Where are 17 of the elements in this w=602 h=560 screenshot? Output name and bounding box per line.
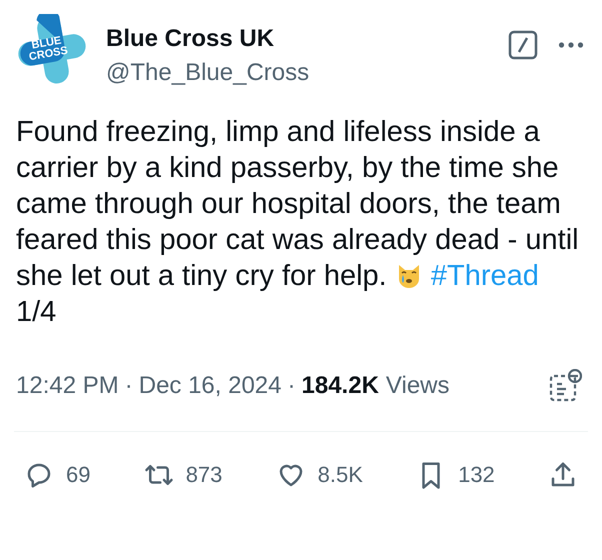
analytics-icon[interactable] (548, 369, 582, 403)
views-count: 184.2K (302, 371, 379, 401)
more-icon[interactable] (558, 41, 584, 49)
logo-text: CROSS (28, 46, 69, 64)
separator-dot: · (288, 371, 296, 401)
views-label: Views (386, 371, 450, 401)
logo (16, 14, 88, 86)
reply-button[interactable]: 69 (24, 458, 90, 491)
author-handle[interactable]: @The_Blue_Cross (106, 58, 508, 88)
repost-button[interactable]: 873 (144, 458, 222, 491)
like-button[interactable]: 8.5K (276, 458, 363, 491)
post-text: Found freezing, limp and lifeless inside a carrier by a kind passerby, by the time she came through our hospital doors, the team feared this poor cat was already dead - until she let out a tiny cry for help. #Thread 1/4 (15, 115, 580, 330)
separator-dot: · (124, 371, 133, 401)
post-time[interactable]: 12:42 PM (16, 368, 119, 404)
post-date[interactable]: Dec 16, 2024 (138, 368, 282, 404)
bookmark-button[interactable]: 132 (416, 458, 495, 491)
author-name[interactable]: Blue Cross UK (106, 24, 508, 54)
